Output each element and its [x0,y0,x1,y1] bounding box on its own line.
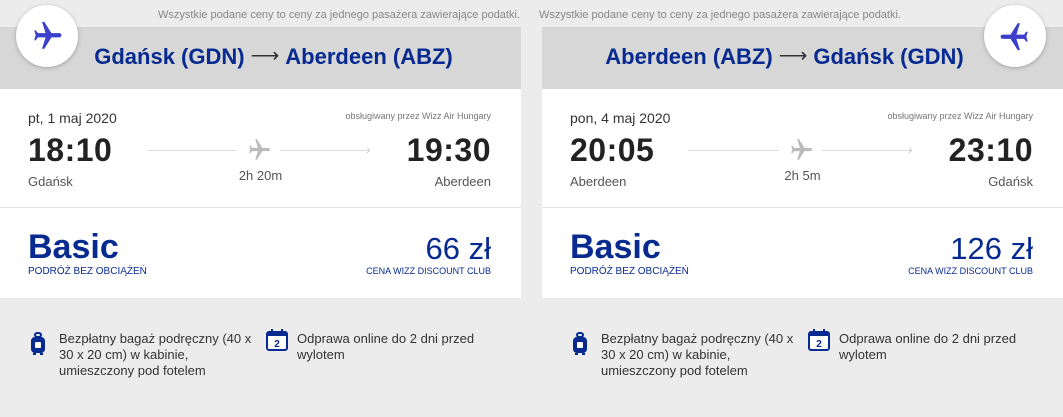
cabin-bag-icon [573,332,587,355]
route-line [147,150,237,151]
arrival-time: 23:10 [948,132,1033,168]
feature-cabin-bag: Bezpłatny bagaż podręczny (40 x 30 x 20 … [59,331,252,378]
fare-option[interactable]: Basic PODRÓŻ BEZ OBCIĄŻEŃ 126 zł CENA WI… [542,208,1063,298]
departure-time: 18:10 [28,132,113,168]
plane-badge [16,5,78,67]
feature-online-checkin: Odprawa online do 2 dni przed wylotem [297,331,475,362]
price-subtitle: CENA WIZZ DISCOUNT CLUB [908,266,1033,276]
arrival-city: Aberdeen [434,174,491,189]
arrival-city: Gdańsk [988,174,1033,189]
fare-subtitle: PODRÓŻ BEZ OBCIĄŻEŃ [28,266,147,277]
fare-name: Basic [570,228,661,266]
route-line [689,150,779,151]
price-notice: Wszystkie podane ceny to ceny za jednego… [158,9,520,21]
plane-icon [1000,23,1028,51]
route-title: Aberdeen (ABZ) ⟶ Gdańsk (GDN) [542,44,1063,70]
route-title: Gdańsk (GDN) ⟶ Aberdeen (ABZ) [0,44,521,70]
return-flight-card: Wszystkie podane ceny to ceny za jednego… [539,0,1063,417]
flight-duration: 2h 5m [784,168,821,183]
price-notice: Wszystkie podane ceny to ceny za jednego… [539,9,901,21]
calendar-icon: 2 [808,329,830,351]
cabin-bag-icon [31,332,45,355]
plane-icon [249,139,271,160]
origin-label: Gdańsk (GDN) [94,44,245,69]
fare-price: 66 zł [425,231,491,266]
flight-details: pt, 1 maj 2020 obsługiwany przez Wizz Ai… [0,89,521,207]
plane-icon [34,21,62,49]
flight-date: pon, 4 maj 2020 [570,110,671,126]
feature-cabin-bag: Bezpłatny bagaż podręczny (40 x 30 x 20 … [601,331,794,378]
arrival-time: 19:30 [406,132,491,168]
fare-name: Basic [28,228,119,266]
operator-label: obsługiwany przez Wizz Air Hungary [345,111,491,121]
destination-label: Gdańsk (GDN) [813,44,964,69]
fare-price: 126 zł [950,231,1033,266]
fare-features: Bezpłatny bagaż podręczny (40 x 30 x 20 … [542,298,1063,417]
calendar-icon: 2 [266,329,288,351]
fare-features: Bezpłatny bagaż podręczny (40 x 30 x 20 … [0,298,521,417]
plane-icon [791,139,813,160]
fare-subtitle: PODRÓŻ BEZ OBCIĄŻEŃ [570,266,689,277]
outbound-flight-card: Wszystkie podane ceny to ceny za jednego… [0,0,521,417]
operator-label: obsługiwany przez Wizz Air Hungary [887,111,1033,121]
flight-date: pt, 1 maj 2020 [28,110,117,126]
fare-option[interactable]: Basic PODRÓŻ BEZ OBCIĄŻEŃ 66 zł CENA WIZ… [0,208,521,298]
route-line [822,150,912,151]
destination-label: Aberdeen (ABZ) [285,44,453,69]
feature-online-checkin: Odprawa online do 2 dni przed wylotem [839,331,1017,362]
calendar-number: 2 [816,339,822,350]
departure-time: 20:05 [570,132,655,168]
route-arrow-icon: ⟶ [778,45,808,67]
origin-label: Aberdeen (ABZ) [605,44,773,69]
line-end-icon: › [366,141,371,157]
calendar-number: 2 [274,339,280,350]
flight-details: pon, 4 maj 2020 obsługiwany przez Wizz A… [542,89,1063,207]
route-line [280,150,370,151]
plane-badge [984,5,1046,67]
route-arrow-icon: ⟶ [250,45,280,67]
line-end-icon: › [908,141,913,157]
price-subtitle: CENA WIZZ DISCOUNT CLUB [366,266,491,276]
